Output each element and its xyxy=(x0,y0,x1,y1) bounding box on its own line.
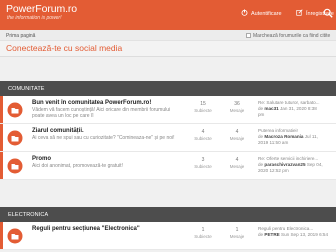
site-tagline: the information is power! xyxy=(7,15,62,21)
search-icon[interactable] xyxy=(323,8,333,18)
last-post-meta: de Macroza Romania Jul 11, xyxy=(258,134,318,139)
forum-folder-icon xyxy=(7,158,23,174)
login-label: Autentificare xyxy=(251,11,282,17)
forum-folder-icon xyxy=(7,130,23,146)
topics-label: Subiecte xyxy=(194,136,212,141)
posts-count: 4 xyxy=(235,157,239,163)
mark-read-label: Marchează forumurile ca fiind citite xyxy=(253,32,331,39)
nav-toolbar: Prima pagină Marchează forumurile ca fii… xyxy=(0,30,336,41)
social-bar: Conectează-te cu social media xyxy=(0,41,336,57)
site-header: PowerForum.ro the information is power! … xyxy=(0,0,336,30)
forum-row[interactable]: Bun venit în comunitatea PowerForum.ro! … xyxy=(0,96,336,124)
last-post-by: de xyxy=(258,106,264,111)
topics-count: 1 xyxy=(201,227,205,233)
last-post-meta: de mac31 Jan 31, 2020 8:38 xyxy=(258,106,317,111)
site-logo-title[interactable]: PowerForum.ro xyxy=(6,3,77,15)
unread-marker xyxy=(0,222,3,249)
unread-marker xyxy=(0,124,3,151)
category-electronica: ELECTRONICA Reguli pentru secțiunea "Ele… xyxy=(0,207,336,250)
last-post-user[interactable]: mac31 xyxy=(264,106,278,111)
forum-title[interactable]: Ziarul comunității. xyxy=(32,128,84,134)
last-post-user[interactable]: Macroza Romania xyxy=(264,134,303,139)
posts-count: 1 xyxy=(235,227,239,233)
topics-label: Subiecte xyxy=(194,108,212,113)
last-post-user[interactable]: paraschivrazvan25 xyxy=(264,162,305,167)
last-post-by: de xyxy=(258,134,264,139)
last-post-title[interactable]: Reguli pentru Electronica... xyxy=(258,226,313,231)
forum-description: Ai ceva să ne spui sau cu curiozitate? "… xyxy=(32,135,175,141)
forum-title[interactable]: Reguli pentru secțiunea "Electronica" xyxy=(32,226,140,232)
category-header[interactable]: COMUNITATE xyxy=(0,81,336,96)
posts-count: 4 xyxy=(235,129,239,135)
last-post-user[interactable]: PETRE xyxy=(264,232,279,237)
last-post-title[interactable]: Puterea informatiei! xyxy=(258,128,298,133)
last-post-date: Sep 04, xyxy=(306,162,323,167)
unread-marker xyxy=(0,152,3,179)
mark-forums-read[interactable]: Marchează forumurile ca fiind citite xyxy=(246,32,331,39)
topics-count: 15 xyxy=(200,101,206,107)
topics-label: Subiecte xyxy=(194,164,212,169)
posts-count: 36 xyxy=(234,101,240,107)
topics-count: 4 xyxy=(201,129,205,135)
last-post-title[interactable]: Re: Oferte servicii inchiriere... xyxy=(258,156,318,161)
posts-label: Mesaje xyxy=(229,164,245,169)
last-post-by: de xyxy=(258,232,264,237)
last-post-by: de xyxy=(258,162,264,167)
forum-title[interactable]: Bun venit în comunitatea PowerForum.ro! xyxy=(32,100,151,106)
topics-label: Subiecte xyxy=(194,234,212,239)
topics-count: 3 xyxy=(201,157,205,163)
forum-row[interactable]: Ziarul comunității. Ai ceva să ne spui s… xyxy=(0,124,336,152)
last-post-date: Jan 31, 2020 8:38 xyxy=(280,106,317,111)
login-link[interactable]: Autentificare xyxy=(241,9,282,17)
unread-marker xyxy=(0,96,3,123)
last-post-date: Sun Sep 13, 2019 6:54 xyxy=(281,232,329,237)
edit-icon xyxy=(296,9,303,16)
forum-folder-icon xyxy=(7,228,23,244)
category-comunitate: COMUNITATE Bun venit în comunitatea Powe… xyxy=(0,81,336,180)
forum-description: Aici doi anonimat, promovează-te gratuit… xyxy=(32,163,123,169)
forum-row[interactable]: Promo Aici doi anonimat, promovează-te g… xyxy=(0,152,336,180)
forum-title[interactable]: Promo xyxy=(32,156,51,162)
last-post-meta: de paraschivrazvan25 Sep 04, xyxy=(258,162,323,167)
posts-label: Mesaje xyxy=(229,108,245,113)
last-post-date-cont: 2020 12:52 pm xyxy=(258,168,289,173)
posts-label: Mesaje xyxy=(229,136,245,141)
last-post-meta: de PETRE Sun Sep 13, 2019 6:54 xyxy=(258,232,328,237)
last-post-date-cont: pm xyxy=(258,112,265,117)
social-connect-link[interactable]: Conectează-te cu social media xyxy=(6,43,122,53)
category-header[interactable]: ELECTRONICA xyxy=(0,207,336,222)
power-icon xyxy=(241,9,248,16)
last-post-date-cont: 2019 11:50 am xyxy=(258,140,289,145)
forum-description: Vădem vă facem cunoștință! Aici oricare … xyxy=(32,107,171,119)
breadcrumb-home[interactable]: Prima pagină xyxy=(6,33,35,39)
last-post-date: Jul 11, xyxy=(304,134,318,139)
checkbox-icon xyxy=(246,32,251,38)
posts-label: Mesaje xyxy=(229,234,245,239)
last-post-title[interactable]: Re: Salutare tuturor, sarbato... xyxy=(258,100,320,105)
forum-row[interactable]: Reguli pentru secțiunea "Electronica" 1 … xyxy=(0,222,336,250)
forum-folder-icon xyxy=(7,102,23,118)
